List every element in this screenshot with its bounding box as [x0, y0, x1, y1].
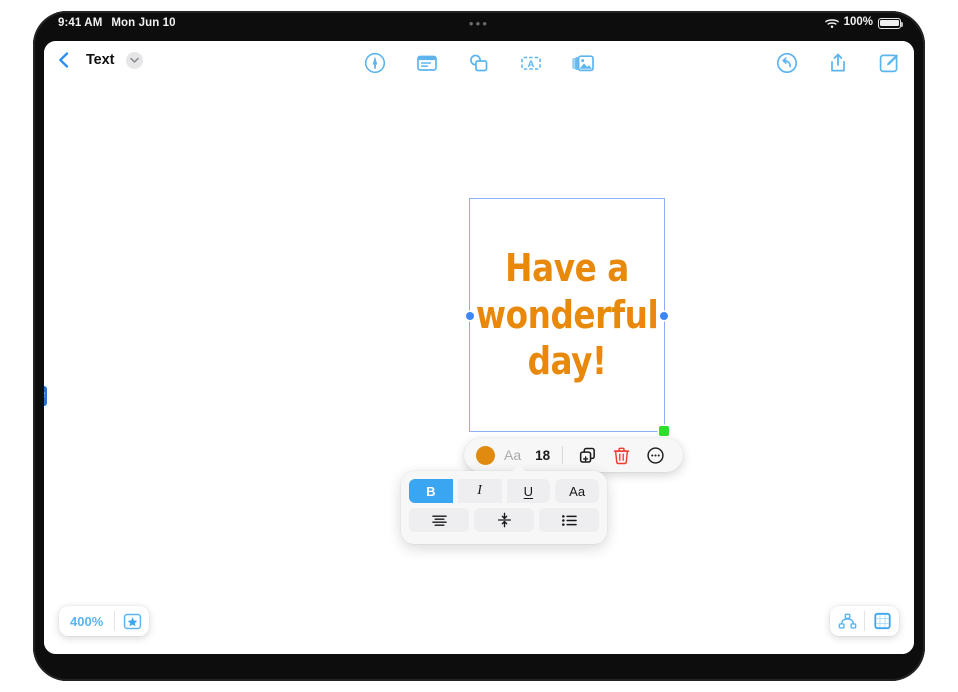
font-style-button[interactable]: Aa	[555, 479, 599, 503]
app-toolbar: Text A	[44, 41, 914, 88]
battery-percent-label: 100%	[843, 16, 873, 28]
font-button[interactable]: Aa	[504, 447, 521, 463]
node-hierarchy-icon	[838, 613, 856, 629]
view-control	[830, 606, 899, 636]
pill-divider	[562, 446, 564, 464]
wifi-icon	[824, 18, 839, 29]
trash-icon	[613, 447, 629, 464]
app-screen: Text A Have a wonderful day! Aa 18 B I U…	[44, 41, 914, 654]
favorite-button[interactable]	[115, 606, 149, 636]
zoom-control: 400%	[59, 606, 150, 636]
ipad-device-frame: Text A Have a wonderful day! Aa 18 B I U…	[33, 11, 925, 681]
align-center-button[interactable]	[409, 508, 469, 532]
photo-stack-icon	[572, 55, 594, 72]
vertical-align-center-icon	[497, 512, 511, 528]
system-status-bar: 9:41 AM Mon Jun 10 ••• 100%	[33, 11, 925, 41]
format-panel-pointer	[512, 465, 526, 472]
page-thumbnail-tab[interactable]: 2	[44, 386, 47, 406]
multitasking-handle[interactable]: •••	[33, 17, 925, 30]
underline-button[interactable]: U	[506, 479, 551, 503]
delete-button[interactable]	[609, 443, 633, 467]
text-format-panel: B I U Aa	[401, 465, 607, 544]
note-tool[interactable]	[414, 50, 440, 76]
duplicate-icon	[579, 447, 595, 463]
shapes-tool[interactable]	[466, 50, 492, 76]
share-up-icon	[831, 53, 845, 72]
format-row-align	[409, 508, 599, 532]
align-center-icon	[431, 514, 447, 526]
grid-square-icon	[873, 612, 891, 630]
star-in-square-icon	[123, 613, 141, 629]
color-swatch-button[interactable]	[476, 445, 495, 465]
format-row-style: B I U Aa	[409, 479, 599, 503]
document-canvas[interactable]: 2 Have a wonderful day! Aa 18	[44, 88, 914, 654]
bold-button[interactable]: B	[409, 479, 453, 503]
resize-handle-right[interactable]	[660, 312, 668, 320]
share-button[interactable]	[825, 50, 851, 76]
bullet-list-icon	[561, 514, 577, 526]
shapes-icon	[470, 54, 488, 72]
undo-button[interactable]	[774, 50, 800, 76]
more-button[interactable]	[643, 443, 667, 467]
more-circle-icon	[647, 446, 664, 464]
undo-circle-icon	[776, 52, 798, 74]
resize-handle-bottom-right[interactable]	[659, 426, 669, 436]
canvas-view-button[interactable]	[865, 606, 899, 636]
vertical-align-center-button[interactable]	[474, 508, 534, 532]
zoom-level-button[interactable]: 400%	[59, 614, 114, 629]
selected-text-box[interactable]: Have a wonderful day!	[466, 198, 669, 436]
text-box-icon: A	[521, 56, 541, 70]
status-right-group: 100%	[824, 16, 904, 29]
resize-handle-left[interactable]	[466, 312, 474, 320]
media-tool[interactable]	[570, 50, 596, 76]
compose-button[interactable]	[876, 50, 902, 76]
italic-button[interactable]: I	[457, 479, 502, 503]
right-tool-group	[774, 50, 902, 76]
svg-text:A: A	[528, 59, 535, 70]
text-box-content[interactable]: Have a wonderful day!	[476, 245, 659, 384]
bullet-list-button[interactable]	[539, 508, 599, 532]
outline-view-button[interactable]	[830, 606, 864, 636]
compose-pencil-icon	[879, 54, 899, 73]
pen-in-circle-icon	[364, 52, 386, 74]
duplicate-button[interactable]	[575, 443, 599, 467]
font-size-button[interactable]: 18	[535, 448, 550, 463]
draw-tool[interactable]	[362, 50, 388, 76]
battery-full-icon	[878, 17, 904, 29]
note-card-icon	[417, 55, 437, 71]
text-tool[interactable]: A	[518, 50, 544, 76]
selection-context-toolbar: Aa 18	[464, 438, 684, 478]
